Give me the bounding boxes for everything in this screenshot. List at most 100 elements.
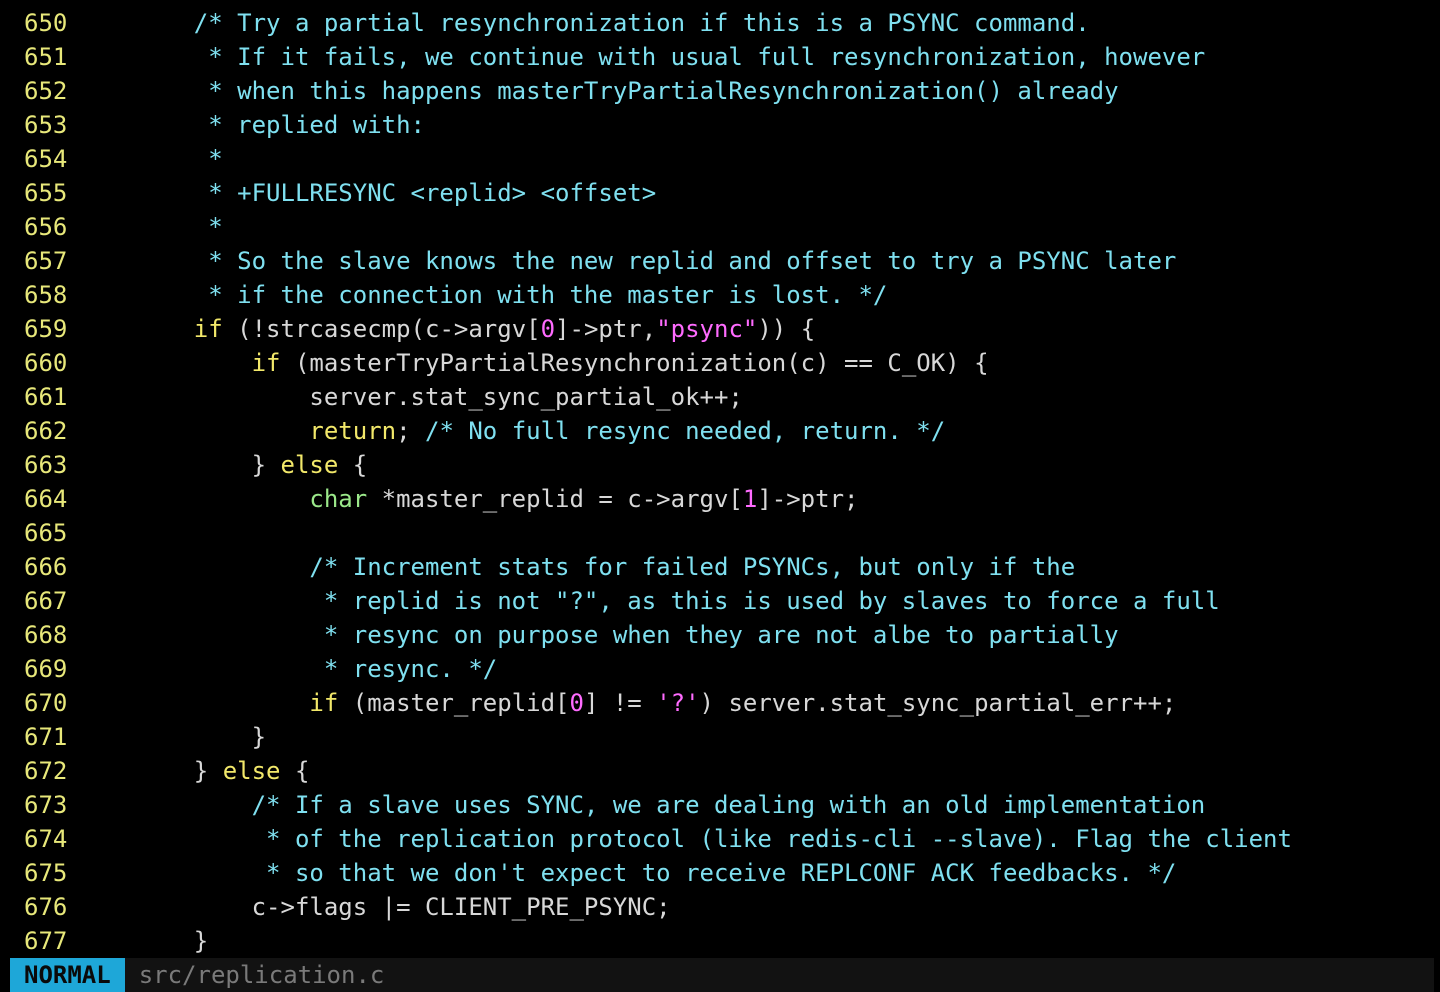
gutter-spacer — [0, 414, 24, 448]
code-token: * — [136, 213, 223, 241]
code-token: (masterTryPartialResynchronization(c) ==… — [280, 349, 989, 377]
code-line[interactable]: 675 * so that we don't expect to receive… — [0, 856, 1440, 890]
gutter-spacer — [0, 142, 24, 176]
line-number: 666 — [24, 553, 68, 581]
code-text[interactable]: * when this happens masterTryPartialResy… — [136, 74, 1118, 108]
gutter-spacer — [0, 652, 24, 686]
line-number: 672 — [24, 757, 68, 785]
code-text[interactable]: c->flags |= CLIENT_PRE_PSYNC; — [136, 890, 671, 924]
code-line[interactable]: 664 char *master_replid = c->argv[1]->pt… — [0, 482, 1440, 516]
code-token: server.stat_sync_partial_ok++; — [136, 383, 743, 411]
code-text[interactable]: } else { — [136, 448, 368, 482]
gutter-spacer — [0, 210, 24, 244]
code-token: c->flags |= CLIENT_PRE_PSYNC; — [136, 893, 671, 921]
code-line[interactable]: 657 * So the slave knows the new replid … — [0, 244, 1440, 278]
code-text[interactable]: if (!strcasecmp(c->argv[0]->ptr,"psync")… — [136, 312, 815, 346]
line-number: 653 — [24, 111, 68, 139]
code-editor[interactable]: 650 /* Try a partial resynchronization i… — [0, 6, 1440, 958]
gutter-spacer — [0, 346, 24, 380]
code-text[interactable]: server.stat_sync_partial_ok++; — [136, 380, 743, 414]
code-text[interactable]: * resync. */ — [136, 652, 497, 686]
line-number: 665 — [24, 519, 68, 547]
code-token: } — [136, 723, 267, 751]
code-text[interactable]: * — [136, 210, 223, 244]
gutter-spacer — [0, 448, 24, 482]
code-text[interactable]: * — [136, 142, 222, 176]
code-line[interactable]: 653 * replied with: — [0, 108, 1440, 142]
code-line[interactable]: 651 * If it fails, we continue with usua… — [0, 40, 1440, 74]
code-line[interactable]: 666 /* Increment stats for failed PSYNCs… — [0, 550, 1440, 584]
code-text[interactable]: * resync on purpose when they are not al… — [136, 618, 1119, 652]
gutter-spacer — [0, 176, 24, 210]
code-text[interactable]: * replied with: — [136, 108, 425, 142]
code-line[interactable]: 667 * replid is not "?", as this is used… — [0, 584, 1440, 618]
code-text[interactable]: * replid is not "?", as this is used by … — [136, 584, 1220, 618]
code-line[interactable]: 672 } else { — [0, 754, 1440, 788]
code-line[interactable]: 660 if (masterTryPartialResynchronizatio… — [0, 346, 1440, 380]
code-line[interactable]: 658 * if the connection with the master … — [0, 278, 1440, 312]
gutter-spacer — [0, 890, 24, 924]
code-line[interactable]: 652 * when this happens masterTryPartial… — [0, 74, 1440, 108]
code-text[interactable]: * if the connection with the master is l… — [136, 278, 887, 312]
status-bar: NORMAL src/replication.c — [10, 958, 1434, 992]
gutter-spacer — [0, 550, 24, 584]
code-line[interactable]: 656 * — [0, 210, 1440, 244]
code-token: * replid is not "?", as this is used by … — [136, 587, 1220, 615]
code-text[interactable]: * +FULLRESYNC <replid> <offset> — [136, 176, 656, 210]
line-number: 655 — [24, 179, 68, 207]
gutter-spacer — [0, 584, 24, 618]
code-text[interactable]: } else { — [136, 754, 310, 788]
code-text[interactable]: * so that we don't expect to receive REP… — [136, 856, 1176, 890]
code-token: * If it fails, we continue with usual fu… — [136, 43, 1206, 71]
code-line[interactable]: 654 * — [0, 142, 1440, 176]
code-line[interactable]: 671 } — [0, 720, 1440, 754]
code-line[interactable]: 673 /* If a slave uses SYNC, we are deal… — [0, 788, 1440, 822]
code-text[interactable]: if (master_replid[0] != '?') server.stat… — [136, 686, 1176, 720]
code-token: return — [309, 417, 397, 445]
code-text[interactable]: return; /* No full resync needed, return… — [136, 414, 945, 448]
code-token: 1 — [742, 485, 758, 513]
code-token: } — [136, 451, 281, 479]
code-token: * replied with: — [136, 111, 425, 139]
code-line[interactable]: 662 return; /* No full resync needed, re… — [0, 414, 1440, 448]
code-text[interactable]: /* If a slave uses SYNC, we are dealing … — [136, 788, 1206, 822]
code-line[interactable]: 676 c->flags |= CLIENT_PRE_PSYNC; — [0, 890, 1440, 924]
code-text[interactable]: /* Increment stats for failed PSYNCs, bu… — [136, 550, 1075, 584]
file-name: src/replication.c — [138, 961, 385, 989]
code-text[interactable]: * of the replication protocol (like redi… — [136, 822, 1292, 856]
code-line[interactable]: 663 } else { — [0, 448, 1440, 482]
code-text[interactable]: * So the slave knows the new replid and … — [136, 244, 1176, 278]
code-line[interactable]: 668 * resync on purpose when they are no… — [0, 618, 1440, 652]
code-token: if — [193, 315, 223, 343]
gutter-spacer — [0, 312, 24, 346]
code-line[interactable]: 670 if (master_replid[0] != '?') server.… — [0, 686, 1440, 720]
code-line[interactable]: 674 * of the replication protocol (like … — [0, 822, 1440, 856]
code-text[interactable]: } — [136, 720, 266, 754]
code-text[interactable]: if (masterTryPartialResynchronization(c)… — [136, 346, 989, 380]
code-line[interactable]: 650 /* Try a partial resynchronization i… — [0, 6, 1440, 40]
code-token: ; — [396, 417, 425, 445]
line-number: 674 — [24, 825, 68, 853]
code-token: 0 — [569, 689, 584, 717]
gutter-spacer — [0, 754, 24, 788]
code-line[interactable]: 659 if (!strcasecmp(c->argv[0]->ptr,"psy… — [0, 312, 1440, 346]
gutter-spacer — [0, 108, 24, 142]
code-line[interactable]: 677 } — [0, 924, 1440, 958]
code-line[interactable]: 655 * +FULLRESYNC <replid> <offset> — [0, 176, 1440, 210]
line-number: 654 — [24, 145, 68, 173]
gutter-spacer — [0, 482, 24, 516]
code-text[interactable]: * If it fails, we continue with usual fu… — [136, 40, 1205, 74]
code-text[interactable]: char *master_replid = c->argv[1]->ptr; — [136, 482, 858, 516]
code-line[interactable]: 669 * resync. */ — [0, 652, 1440, 686]
code-line[interactable]: 665 — [0, 516, 1440, 550]
code-token: * if the connection with the master is l… — [136, 281, 888, 309]
code-token: *master_replid = c->argv[ — [367, 485, 743, 513]
code-text[interactable]: } — [136, 924, 208, 958]
code-token: /* Try a partial resynchronization if th… — [136, 9, 1090, 37]
code-line[interactable]: 661 server.stat_sync_partial_ok++; — [0, 380, 1440, 414]
line-number: 656 — [24, 213, 68, 241]
code-text[interactable]: /* Try a partial resynchronization if th… — [136, 6, 1090, 40]
